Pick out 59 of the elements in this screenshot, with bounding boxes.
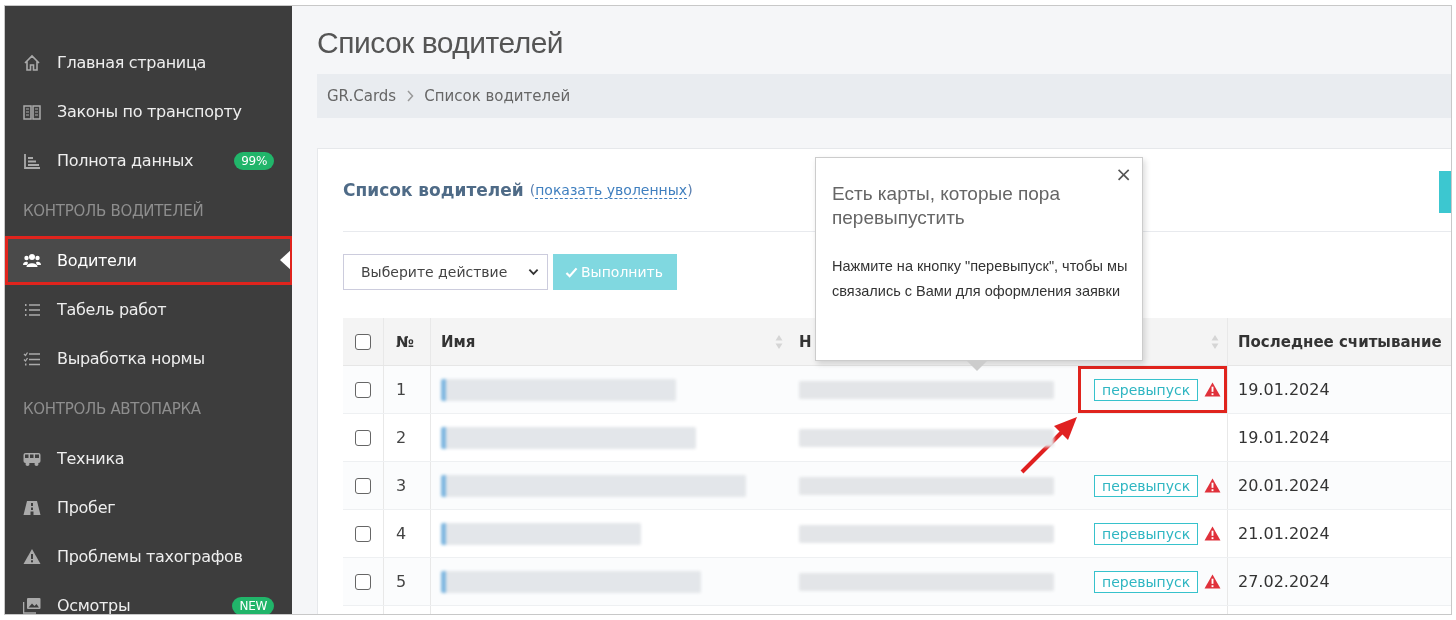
bracket-text: (: [529, 182, 536, 198]
warning-icon: [1204, 574, 1222, 589]
arrow-icon: [1020, 414, 1080, 474]
table-cell: 4: [384, 510, 431, 557]
sidebar-item[interactable]: Пробег: [5, 483, 292, 532]
close-button[interactable]: ×: [1111, 162, 1136, 186]
table-cell-text: 19.01.2024: [1237, 379, 1331, 401]
page-title: Список водителей: [317, 26, 565, 60]
table-cell: 1: [384, 366, 431, 413]
users-icon: [23, 251, 41, 270]
chevron-icon: [406, 90, 415, 102]
badge: NEW: [232, 596, 274, 614]
card-title: Список водителей: [343, 180, 524, 200]
road-icon: [23, 498, 41, 517]
row-checkbox[interactable]: [355, 477, 371, 494]
book-icon: [23, 102, 41, 121]
row-checkbox[interactable]: [355, 573, 371, 590]
row-checkbox[interactable]: [355, 525, 371, 542]
bracket-text: ): [687, 182, 693, 198]
column-header[interactable]: Имя: [441, 332, 476, 351]
checklist-icon: [23, 349, 41, 368]
sidebar-item[interactable]: Выработка нормы: [5, 334, 292, 383]
table-cell-text: 21.01.2024: [1237, 523, 1331, 545]
section-header: КОНТРОЛЬ ВОДИТЕЛЕЙ: [22, 200, 205, 222]
check-icon: [565, 266, 578, 278]
sidebar-item[interactable]: Техника: [5, 434, 292, 483]
table-cell: 3: [384, 462, 431, 509]
action-select[interactable]: Выберите действие: [343, 254, 548, 290]
column-header[interactable]: Последнее считывание: [1238, 332, 1442, 351]
popover-text: Нажмите на кнопку "перевыпуск", чтобы мы связались с Вами для оформления заявки: [832, 257, 1128, 301]
warning-icon: [1204, 526, 1222, 541]
table-cell: 2: [384, 414, 431, 461]
table-cell-text: 20.01.2024: [1237, 475, 1331, 497]
home-icon: [23, 53, 41, 72]
warning-icon: [1204, 478, 1222, 493]
select-all-checkbox[interactable]: [355, 333, 371, 350]
breadcrumb-link[interactable]: GR.Cards: [327, 87, 397, 105]
sidebar-item[interactable]: Водители: [5, 236, 292, 285]
row-checkbox[interactable]: [355, 381, 371, 398]
show-fired-link[interactable]: показать уволенных: [535, 181, 688, 199]
table-cell-text: 27.02.2024: [1237, 571, 1331, 593]
table-cell-text: 19.01.2024: [1237, 427, 1331, 449]
chevron-down-icon: [528, 268, 539, 276]
sidebar-item[interactable]: Проблемы тахографов: [5, 532, 292, 581]
sidebar-item[interactable]: Главная страница: [5, 38, 292, 87]
warning-icon: [1204, 382, 1222, 397]
sidebar-item[interactable]: Полнота данных 99%: [5, 136, 292, 185]
sidebar-item[interactable]: Осмотры NEW: [5, 581, 292, 614]
section-header: КОНТРОЛЬ АВТОПАРКА: [22, 398, 202, 420]
sidebar-item[interactable]: Законы по транспорту: [5, 87, 292, 136]
warning-icon: [23, 547, 41, 566]
column-header[interactable]: Н: [799, 332, 812, 351]
table-cell: 5: [384, 558, 431, 605]
sidebar-item[interactable]: Табель работ: [5, 285, 292, 334]
popover-title: Есть карты, которые пора перевыпустить: [832, 182, 1061, 230]
badge: 99%: [234, 151, 274, 170]
row-checkbox[interactable]: [355, 429, 371, 446]
bar-chart-icon: [23, 151, 41, 170]
column-header[interactable]: №: [396, 332, 415, 351]
